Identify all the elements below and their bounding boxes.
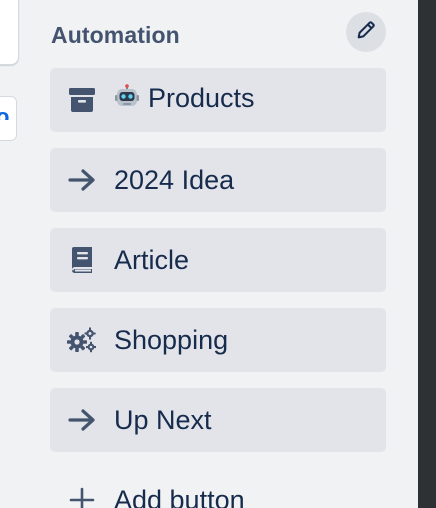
automation-button-products[interactable]: Products bbox=[50, 68, 386, 132]
partial-link-icon: o bbox=[0, 104, 10, 120]
robot-emoji-icon bbox=[114, 84, 140, 117]
archive-icon bbox=[50, 68, 114, 132]
automation-button-up-next[interactable]: Up Next bbox=[50, 388, 386, 452]
book-icon bbox=[50, 228, 114, 292]
arrow-right-icon bbox=[50, 148, 114, 212]
arrow-right-icon bbox=[50, 388, 114, 452]
button-label: Article bbox=[114, 244, 190, 275]
automation-button-2024-idea[interactable]: 2024 Idea bbox=[50, 148, 386, 212]
pencil-icon bbox=[355, 19, 377, 46]
partial-card-left[interactable] bbox=[0, 0, 19, 65]
button-label: 2024 Idea bbox=[114, 164, 235, 195]
automation-panel: o Automation Products 2024 Idea Article … bbox=[0, 0, 436, 508]
scrollbar-track[interactable] bbox=[418, 0, 436, 508]
button-label: Shopping bbox=[114, 324, 229, 355]
automation-button-article[interactable]: Article bbox=[50, 228, 386, 292]
plus-icon bbox=[50, 468, 114, 508]
edit-button[interactable] bbox=[346, 12, 386, 52]
section-title: Automation bbox=[51, 22, 180, 48]
automation-button-list: Products 2024 Idea Article Shopping Up N… bbox=[50, 68, 386, 468]
button-label: Up Next bbox=[114, 404, 212, 435]
gears-icon bbox=[50, 308, 114, 372]
add-button[interactable]: Add button bbox=[50, 468, 386, 508]
button-label: Products bbox=[148, 83, 255, 113]
automation-button-shopping[interactable]: Shopping bbox=[50, 308, 386, 372]
add-button-label: Add button bbox=[114, 484, 245, 508]
